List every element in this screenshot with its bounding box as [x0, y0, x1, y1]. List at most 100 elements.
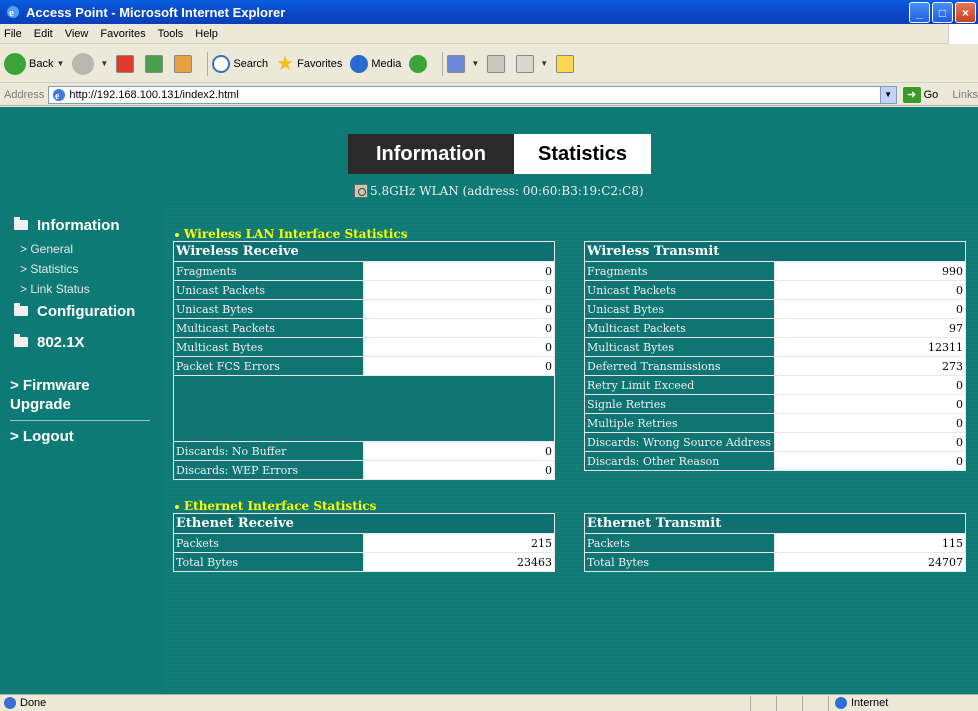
row-value: 0 — [774, 299, 966, 319]
table-row: Retry Limit Exceed 0 — [584, 375, 966, 395]
stop-button[interactable] — [116, 54, 137, 73]
back-label: Back — [29, 57, 54, 70]
row-value: 0 — [774, 394, 966, 414]
media-button[interactable]: Media — [350, 54, 402, 73]
row-value: 215 — [363, 533, 555, 553]
forward-arrow-icon — [72, 52, 95, 75]
address-dropdown-icon[interactable]: ▼ — [879, 86, 896, 103]
menu-favorites[interactable]: Favorites — [100, 28, 145, 40]
edit-button[interactable]: ▼ — [516, 54, 548, 73]
header-tabs: Information Statistics — [348, 134, 651, 174]
links-button[interactable]: Links — [952, 89, 978, 101]
go-button[interactable]: ➜ Go — [902, 86, 939, 103]
row-label: Fragments — [584, 261, 775, 281]
media-label: Media — [371, 57, 402, 70]
sidebar-item-general[interactable]: > General — [0, 239, 163, 259]
close-button[interactable]: × — [955, 2, 976, 23]
row-value: 0 — [363, 280, 555, 300]
page-icon: e — [53, 88, 66, 102]
wlan-address-text: 5.8GHz WLAN (address: 00:60:B3:19:C2:C8) — [370, 184, 644, 198]
row-value: 0 — [363, 356, 555, 376]
menu-tools[interactable]: Tools — [158, 28, 184, 40]
minimize-button[interactable]: _ — [909, 2, 930, 23]
wireless-section-title: Wireless LAN Interface Statistics — [175, 227, 407, 241]
sidebar-label-configuration: Configuration — [37, 302, 136, 320]
row-label: Discards: WEP Errors — [173, 460, 364, 480]
toolbar-separator — [442, 51, 444, 76]
title-bar: e Access Point - Microsoft Internet Expl… — [0, 0, 978, 24]
row-label: Discards: No Buffer — [173, 441, 364, 461]
address-input[interactable]: e http://192.168.100.131/index2.html ▼ — [48, 85, 897, 104]
tab-information[interactable]: Information — [348, 134, 514, 174]
ethernet-section-title-text: Ethernet Interface Statistics — [184, 499, 377, 513]
search-button[interactable]: Search — [212, 54, 269, 73]
row-value: 23463 — [363, 552, 555, 572]
row-value: 0 — [774, 451, 966, 471]
ethernet-transmit-table: Ethernet Transmit Packets 115 Total Bytes… — [584, 513, 966, 572]
sidebar-item-link-status[interactable]: > Link Status — [0, 279, 163, 299]
sidebar-label-information: Information — [37, 216, 120, 234]
forward-button[interactable]: ▼ — [72, 52, 108, 75]
wireless-transmit-table: Wireless Transmit Fragments 990 Unicast P… — [584, 241, 966, 471]
discuss-button[interactable] — [556, 54, 577, 73]
wireless-receive-table: Wireless Receive Fragments 0 Unicast Pack… — [173, 241, 555, 480]
row-value: 0 — [774, 375, 966, 395]
back-arrow-icon — [4, 52, 26, 75]
back-dropdown-icon[interactable]: ▼ — [56, 59, 64, 68]
menu-help[interactable]: Help — [195, 28, 218, 40]
row-label: Discards: Wrong Source Address — [584, 432, 775, 452]
go-label: Go — [923, 88, 939, 101]
mail-button[interactable]: ▼ — [447, 54, 479, 73]
mail-dropdown-icon[interactable]: ▼ — [471, 59, 479, 68]
sidebar-item-statistics[interactable]: > Statistics — [0, 259, 163, 279]
sidebar-item-firmware-upgrade[interactable]: > Firmware Upgrade — [0, 376, 120, 414]
media-icon — [350, 54, 369, 73]
ethernet-transmit-title: Ethernet Transmit — [584, 513, 966, 534]
history-button[interactable] — [409, 54, 430, 73]
status-text-area: Done — [0, 697, 750, 709]
search-label: Search — [233, 57, 269, 70]
back-button[interactable]: Back ▼ — [4, 52, 64, 75]
row-label: Unicast Packets — [173, 280, 364, 300]
row-label: Signle Retries — [584, 394, 775, 414]
row-value: 0 — [363, 318, 555, 338]
menu-view[interactable]: View — [65, 28, 89, 40]
status-cell — [776, 695, 802, 711]
sidebar-item-logout[interactable]: > Logout — [0, 427, 163, 446]
menu-edit[interactable]: Edit — [34, 28, 53, 40]
table-row: Fragments 990 — [584, 261, 966, 281]
row-value: 97 — [774, 318, 966, 338]
sidebar-item-information[interactable]: Information — [0, 214, 163, 236]
refresh-button[interactable] — [145, 54, 166, 73]
table-row: Multicast Packets 97 — [584, 318, 966, 338]
star-icon: ★ — [276, 53, 295, 75]
row-label: Unicast Bytes — [584, 299, 775, 319]
row-label: Packets — [173, 533, 364, 553]
security-zone: Internet — [828, 695, 978, 711]
ethernet-receive-table: Ethenet Receive Packets 215 Total Bytes 23… — [173, 513, 555, 572]
sidebar-item-configuration[interactable]: Configuration — [0, 300, 163, 322]
table-row: Multicast Bytes 0 — [173, 337, 555, 357]
row-label: Deferred Transmissions — [584, 356, 775, 376]
favorites-button[interactable]: ★ Favorites — [276, 51, 342, 76]
forward-dropdown-icon[interactable]: ▼ — [100, 59, 108, 68]
ethernet-receive-title: Ethenet Receive — [173, 513, 555, 534]
svg-text:e: e — [9, 7, 14, 19]
table-row: Unicast Bytes 0 — [584, 299, 966, 319]
row-value: 0 — [774, 413, 966, 433]
sidebar-item-802-1x[interactable]: 802.1X — [0, 331, 163, 353]
edit-dropdown-icon[interactable]: ▼ — [540, 59, 548, 68]
maximize-button[interactable]: □ — [932, 2, 953, 23]
window-title: Access Point - Microsoft Internet Explor… — [26, 4, 286, 20]
print-button[interactable] — [487, 54, 508, 73]
tab-statistics[interactable]: Statistics — [514, 134, 651, 174]
menu-file[interactable]: File — [4, 28, 22, 40]
edit-icon — [516, 54, 535, 73]
refresh-icon — [145, 54, 164, 73]
print-icon — [487, 54, 506, 73]
row-value: 24707 — [774, 552, 966, 572]
status-cell — [750, 695, 776, 711]
sidebar: Information > General > Statistics > Lin… — [0, 214, 163, 446]
table-row: Deferred Transmissions 273 — [584, 356, 966, 376]
home-button[interactable] — [174, 54, 195, 73]
